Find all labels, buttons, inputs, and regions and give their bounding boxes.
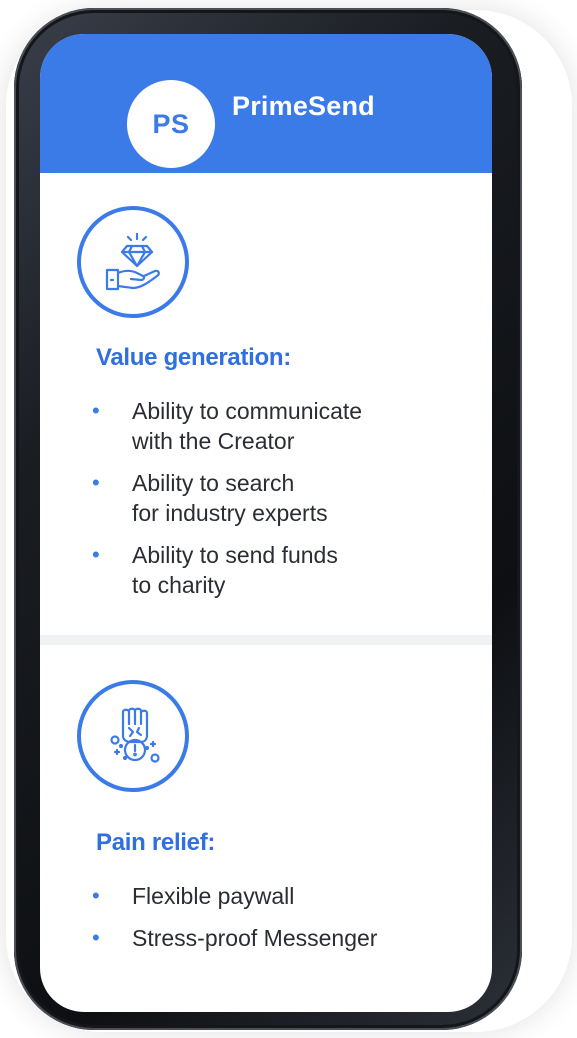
bullet-icon: • (92, 542, 100, 567)
bullet-icon: • (92, 470, 100, 495)
list-item-line: Flexible paywall (132, 883, 295, 909)
bullet-icon: • (92, 398, 100, 423)
phone-screen: PS PrimeSend Value generation: • Ability… (40, 34, 492, 1012)
diamond-in-hand-icon (77, 206, 189, 318)
bullet-icon: • (92, 925, 100, 950)
list-item-line: to charity (132, 572, 226, 598)
list-item-line: Ability to send funds (132, 542, 338, 568)
brand-logo[interactable]: PS (127, 80, 215, 168)
section-title-pain-relief: Pain relief: (96, 829, 216, 856)
list-item: • Ability to communicate with the Creato… (92, 396, 362, 456)
app-header: PS PrimeSend (40, 34, 492, 173)
value-generation-list: • Ability to communicate with the Creato… (92, 396, 362, 600)
list-item-line: Stress-proof Messenger (132, 925, 378, 951)
list-item-line: for industry experts (132, 500, 328, 526)
fist-with-badge-icon (77, 680, 189, 792)
bullet-icon: • (92, 883, 100, 908)
list-item-line: Ability to search (132, 470, 295, 496)
stage: PS PrimeSend Value generation: • Ability… (0, 0, 577, 1038)
list-item: • Flexible paywall (92, 881, 377, 911)
list-item-line: Ability to communicate (132, 398, 363, 424)
list-item-line: with the Creator (132, 428, 295, 454)
section-divider (40, 635, 492, 645)
pain-relief-list: • Flexible paywall • Stress-proof Messen… (92, 881, 377, 953)
brand-name: PrimeSend (232, 91, 375, 121)
section-title-value-generation: Value generation: (96, 344, 291, 371)
list-item: • Ability to search for industry experts (92, 468, 362, 528)
list-item: • Ability to send funds to charity (92, 540, 362, 600)
list-item: • Stress-proof Messenger (92, 923, 377, 953)
